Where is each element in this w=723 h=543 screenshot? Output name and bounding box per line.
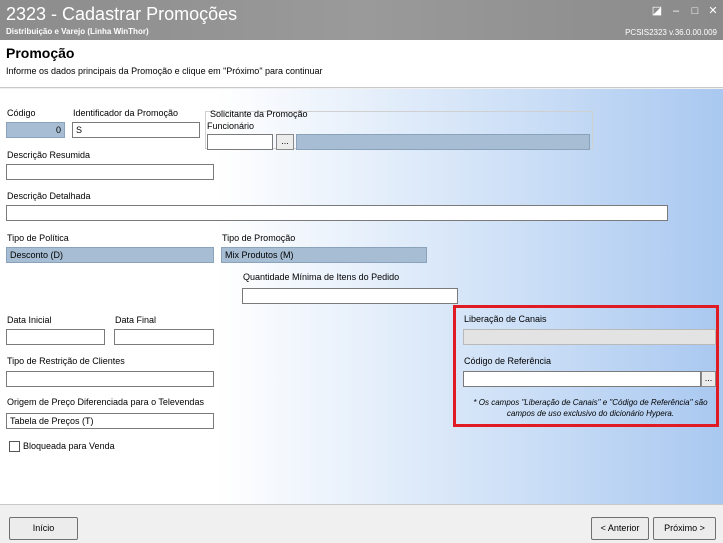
tipo-politica-field: Desconto (D) xyxy=(6,247,214,263)
close-icon[interactable]: ✕ xyxy=(706,5,720,17)
hypera-note: * Os campos "Liberação de Canais" e "Cód… xyxy=(473,398,708,418)
identificador-input[interactable]: S xyxy=(72,122,200,138)
qtd-minima-label: Quantidade Mínima de Itens do Pedido xyxy=(243,272,400,282)
tipo-politica-label: Tipo de Política xyxy=(7,233,69,243)
descricao-resumida-label: Descrição Resumida xyxy=(7,150,91,160)
data-inicial-picker[interactable]: ⌄ xyxy=(6,329,105,345)
origem-preco-value: Tabela de Preços (T) xyxy=(10,416,94,426)
funcionario-label: Funcionário xyxy=(207,121,255,131)
form-area: Código 0 Identificador da Promoção S Sol… xyxy=(0,89,723,504)
liberacao-canais-label: Liberação de Canais xyxy=(464,314,547,324)
tipo-restricao-label: Tipo de Restrição de Clientes xyxy=(7,356,125,366)
codigo-referencia-lookup-button[interactable]: ... xyxy=(701,371,716,387)
version-label: PCSIS2323 v.36.0.00.009 xyxy=(625,28,717,37)
descricao-detalhada-label: Descrição Detalhada xyxy=(7,191,91,201)
page-title: Promoção xyxy=(6,45,75,61)
restore-icon[interactable]: ◪ xyxy=(650,5,664,17)
funcionario-name-field xyxy=(296,134,590,150)
liberacao-canais-select[interactable]: ⌄ xyxy=(463,329,716,345)
funcionario-lookup-button[interactable]: ... xyxy=(276,134,294,150)
codigo-label: Código xyxy=(7,108,36,118)
codigo-referencia-label: Código de Referência xyxy=(464,356,552,366)
descricao-detalhada-input[interactable] xyxy=(6,205,668,221)
solicitante-label: Solicitante da Promoção xyxy=(210,109,308,119)
page-header: Promoção Informe os dados principais da … xyxy=(0,40,723,88)
proximo-button[interactable]: Próximo > xyxy=(653,517,716,540)
window-title: 2323 - Cadastrar Promoções xyxy=(6,4,238,24)
origem-preco-select[interactable]: Tabela de Preços (T) ⌄ xyxy=(6,413,214,429)
window-subtitle: Distribuição e Varejo (Linha WinThor) xyxy=(6,27,149,36)
origem-preco-label: Origem de Preço Diferenciada para o Tele… xyxy=(7,397,204,407)
descricao-resumida-input[interactable] xyxy=(6,164,214,180)
anterior-button[interactable]: < Anterior xyxy=(591,517,649,540)
page-description: Informe os dados principais da Promoção … xyxy=(6,66,323,76)
tipo-promocao-label: Tipo de Promoção xyxy=(222,233,296,243)
qtd-minima-select[interactable]: ⌄ xyxy=(242,288,458,304)
identificador-label: Identificador da Promoção xyxy=(73,108,179,118)
window-titlebar: 2323 - Cadastrar Promoções Distribuição … xyxy=(0,0,723,40)
codigo-referencia-input[interactable] xyxy=(463,371,701,387)
minimize-icon[interactable]: – xyxy=(669,5,683,17)
tipo-restricao-select[interactable]: ⌄ xyxy=(6,371,214,387)
data-final-label: Data Final xyxy=(115,315,157,325)
footer-bar: Início < Anterior Próximo > xyxy=(0,504,723,543)
tipo-promocao-field: Mix Produtos (M) xyxy=(221,247,427,263)
bloqueada-label: Bloqueada para Venda xyxy=(23,441,115,451)
bloqueada-checkbox[interactable] xyxy=(9,441,20,452)
funcionario-code-input[interactable] xyxy=(207,134,273,150)
data-final-picker[interactable]: ⌄ xyxy=(114,329,214,345)
data-inicial-label: Data Inicial xyxy=(7,315,52,325)
maximize-icon[interactable]: □ xyxy=(688,5,702,17)
codigo-field: 0 xyxy=(6,122,65,138)
inicio-button[interactable]: Início xyxy=(9,517,78,540)
